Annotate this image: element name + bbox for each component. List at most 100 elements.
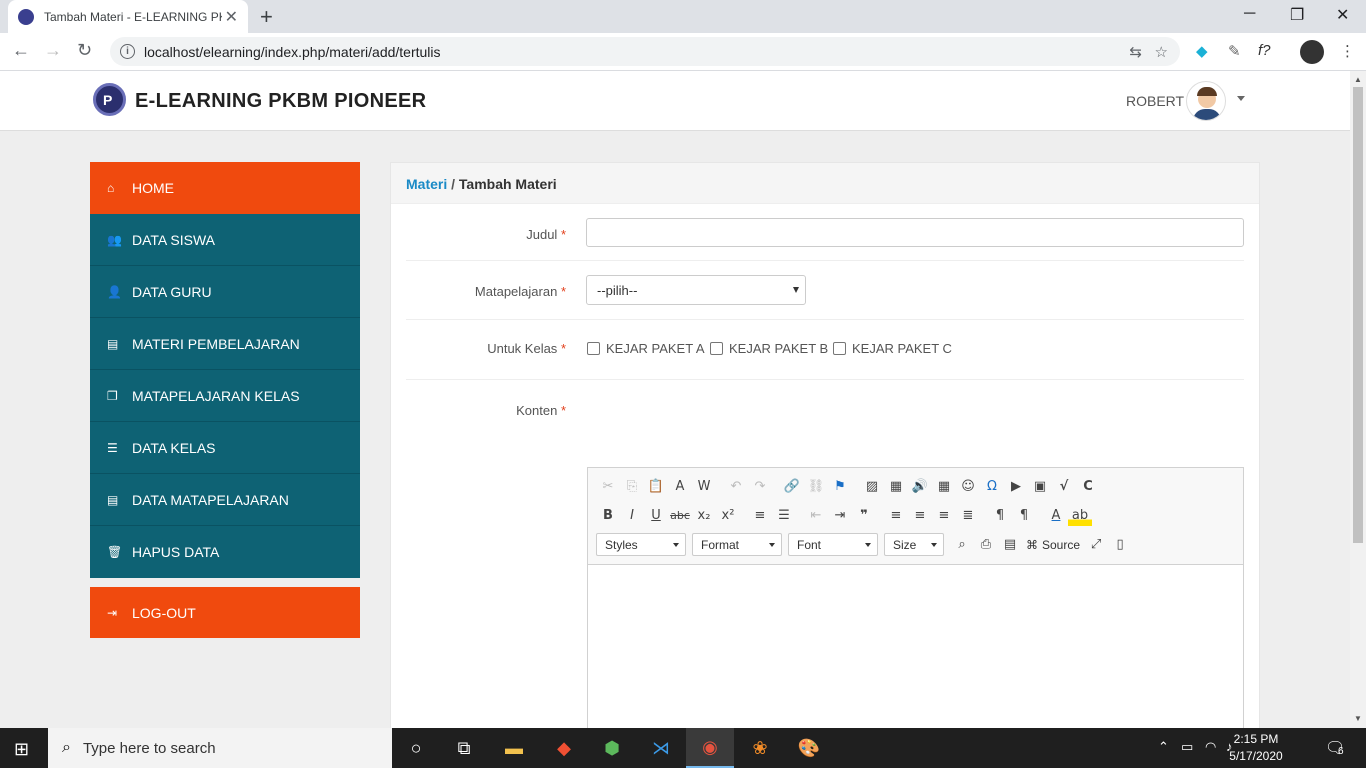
wifi-icon[interactable]: ◠ [1205, 739, 1216, 755]
redo-icon[interactable]: ↷ [748, 475, 772, 497]
chrome-icon[interactable]: ◉ [686, 728, 734, 768]
extension-icon[interactable]: ◆ [1196, 42, 1208, 60]
battery-icon[interactable]: ▭ [1181, 739, 1193, 755]
menu-kebab-icon[interactable]: ⋮ [1340, 42, 1355, 60]
reload-icon[interactable]: ↻ [77, 40, 92, 61]
tray-chevron-icon[interactable]: ⌃ [1158, 739, 1169, 755]
site-info-icon[interactable]: i [120, 44, 135, 59]
subscript-icon[interactable]: x₂ [692, 504, 716, 526]
judul-input[interactable] [586, 218, 1244, 247]
bold-icon[interactable]: B [596, 504, 620, 526]
video-icon[interactable]: ▣ [1028, 475, 1052, 497]
undo-icon[interactable]: ↶ [724, 475, 748, 497]
format-combo[interactable]: Format [692, 533, 782, 556]
show-blocks-icon[interactable]: ▯ [1108, 534, 1132, 556]
bookmark-star-icon[interactable]: ☆ [1155, 43, 1168, 61]
url-field[interactable]: i localhost/elearning/index.php/materi/a… [110, 37, 1180, 66]
italic-icon[interactable]: I [620, 504, 644, 526]
kejar-paket-c-checkbox[interactable] [833, 342, 846, 355]
sidebar-item-data-siswa[interactable]: 👥 DATA SISWA [90, 214, 360, 266]
tab-close-icon[interactable]: ✕ [225, 7, 238, 27]
taskbar-search[interactable]: ⌕ Type here to search [48, 728, 392, 768]
strike-icon[interactable]: abc [668, 504, 692, 526]
sidebar-item-matapelajaran-kelas[interactable]: ❐ MATAPELAJARAN KELAS [90, 370, 360, 422]
print-icon[interactable]: ⎙ [974, 534, 998, 556]
maximize-icon[interactable]: ⤢ [1084, 534, 1108, 556]
cortana-icon[interactable]: ○ [392, 728, 440, 768]
blockquote-icon[interactable]: ❞ [852, 504, 876, 526]
rtl-icon[interactable]: ¶ [1012, 504, 1036, 526]
paste-word-icon[interactable]: W [692, 475, 716, 497]
file-explorer-icon[interactable]: ▬ [490, 728, 538, 768]
windows-start-icon[interactable]: ⊞ [14, 739, 29, 760]
sidebar-item-home[interactable]: ⌂ HOME [90, 162, 360, 214]
scroll-thumb[interactable] [1353, 87, 1363, 543]
copy-icon[interactable]: ⎘ [620, 475, 644, 497]
paste-icon[interactable]: 📋 [644, 475, 668, 497]
task-view-icon[interactable]: ⧉ [440, 728, 488, 768]
close-window-button[interactable]: ✕ [1336, 5, 1349, 25]
bg-color-icon[interactable]: ab [1068, 504, 1092, 526]
anchor-flag-icon[interactable]: ⚑ [828, 475, 852, 497]
user-menu-caret-icon[interactable] [1237, 96, 1245, 101]
sidebar-item-materi-pembelajaran[interactable]: ▤ MATERI PEMBELAJARAN [90, 318, 360, 370]
kejar-paket-a-checkbox[interactable] [587, 342, 600, 355]
kejar-paket-b-checkbox[interactable] [710, 342, 723, 355]
align-justify-icon[interactable]: ≣ [956, 504, 980, 526]
flash-icon[interactable]: ▦ [884, 475, 908, 497]
browser-tab[interactable]: Tambah Materi - E-LEARNING PK ✕ [8, 0, 248, 33]
bulleted-list-icon[interactable]: ☰ [772, 504, 796, 526]
page-scrollbar[interactable]: ▲ ▼ [1350, 71, 1366, 728]
site-brand[interactable]: E-LEARNING PKBM PIONEER [135, 90, 426, 113]
numbered-list-icon[interactable]: ≡ [748, 504, 772, 526]
editor-content-area[interactable] [588, 565, 1243, 728]
special-char-icon[interactable]: Ω [980, 475, 1004, 497]
audio-icon[interactable]: 🔊 [908, 475, 932, 497]
logout-button[interactable]: ⇥ LOG-OUT [90, 587, 360, 638]
extension-puzzle-icon[interactable]: ✎ [1228, 42, 1241, 60]
formula-extension-icon[interactable]: f? [1258, 42, 1271, 59]
paint-icon[interactable]: 🎨 [785, 728, 833, 768]
align-center-icon[interactable]: ≡ [908, 504, 932, 526]
user-name[interactable]: ROBERT [1126, 93, 1184, 109]
outdent-icon[interactable]: ⇤ [804, 504, 828, 526]
new-tab-button[interactable]: + [260, 4, 273, 30]
source-button[interactable]: ⌘ Source [1022, 538, 1084, 552]
unlink-icon[interactable]: ⛓ [804, 475, 828, 497]
node-icon[interactable]: ⬢ [588, 728, 636, 768]
smiley-icon[interactable]: ☺ [956, 475, 980, 497]
cut-icon[interactable]: ✂ [596, 475, 620, 497]
forward-icon[interactable]: → [44, 40, 62, 61]
vscode-icon[interactable]: ⋊ [637, 728, 685, 768]
scroll-up-icon[interactable]: ▲ [1354, 75, 1362, 84]
text-color-icon[interactable]: A [1044, 504, 1068, 526]
paste-text-icon[interactable]: A [668, 475, 692, 497]
profile-avatar-icon[interactable] [1300, 40, 1324, 64]
templates-icon[interactable]: ▤ [998, 534, 1022, 556]
codesnippet-icon[interactable]: C [1076, 475, 1100, 497]
link-icon[interactable]: 🔗 [780, 475, 804, 497]
size-combo[interactable]: Size [884, 533, 944, 556]
back-icon[interactable]: ← [12, 40, 30, 61]
math-icon[interactable]: √ [1052, 475, 1076, 497]
sidebar-item-data-guru[interactable]: 👤 DATA GURU [90, 266, 360, 318]
sidebar-item-data-matapelajaran[interactable]: ▤ DATA MATAPELAJARAN [90, 474, 360, 526]
git-icon[interactable]: ◆ [540, 728, 588, 768]
youtube-icon[interactable]: ▶ [1004, 475, 1028, 497]
breadcrumb-link-materi[interactable]: Materi [406, 176, 447, 192]
styles-combo[interactable]: Styles [596, 533, 686, 556]
taskbar-clock[interactable]: 2:15 PM 5/17/2020 [1226, 731, 1286, 765]
table-icon[interactable]: ▦ [932, 475, 956, 497]
image-icon[interactable]: ▨ [860, 475, 884, 497]
superscript-icon[interactable]: x² [716, 504, 740, 526]
sidebar-item-hapus-data[interactable]: 🗑 HAPUS DATA [90, 526, 360, 578]
align-left-icon[interactable]: ≡ [884, 504, 908, 526]
scroll-down-icon[interactable]: ▼ [1354, 714, 1362, 723]
font-combo[interactable]: Font [788, 533, 878, 556]
restore-button[interactable]: ❐ [1290, 5, 1304, 25]
underline-icon[interactable]: U [644, 504, 668, 526]
matapelajaran-select[interactable]: --pilih-- [586, 275, 806, 305]
ltr-icon[interactable]: ¶ [988, 504, 1012, 526]
avatar[interactable] [1186, 81, 1226, 121]
app-icon[interactable]: ❀ [736, 728, 784, 768]
